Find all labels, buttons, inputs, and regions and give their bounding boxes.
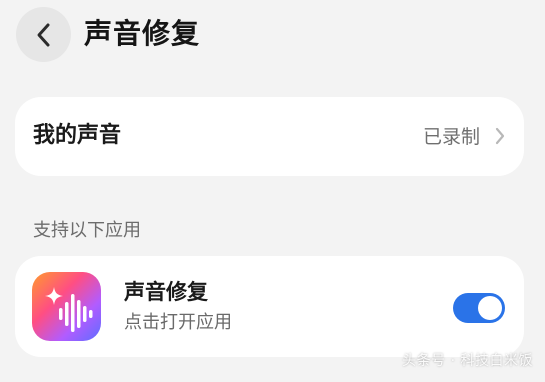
chevron-left-icon <box>37 23 49 46</box>
my-voice-status: 已录制 <box>422 126 480 148</box>
my-voice-label: 我的声音 <box>33 123 122 148</box>
app-subtitle: 点击打开应用 <box>124 312 232 333</box>
app-name: 声音修复 <box>124 280 208 304</box>
watermark: 头条号 · 科技白米饭 <box>402 353 533 369</box>
chevron-right-icon <box>495 127 505 145</box>
toggle-knob <box>478 296 502 320</box>
page-title: 声音修复 <box>84 17 201 50</box>
sparkle-waveform-icon[interactable] <box>32 272 101 341</box>
my-voice-row[interactable]: 我的声音 已录制 <box>15 97 524 176</box>
back-button[interactable] <box>16 7 71 62</box>
section-title: 支持以下应用 <box>33 220 141 241</box>
app-row[interactable]: 声音修复 点击打开应用 <box>15 256 524 357</box>
app-toggle-switch[interactable] <box>453 293 505 323</box>
